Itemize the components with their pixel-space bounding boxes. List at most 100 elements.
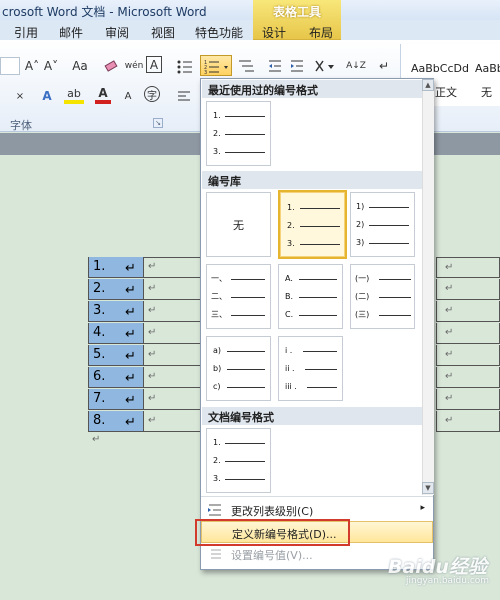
format-line [225, 152, 265, 153]
tab-features[interactable]: 特色功能 [195, 24, 243, 41]
decrease-indent-button[interactable] [266, 56, 284, 76]
table-cell-right[interactable]: ↵ [436, 367, 500, 388]
table-row[interactable]: 8. ↵ ↵ [84, 411, 204, 432]
numbering-value-icon [207, 547, 223, 561]
cell-end-mark: ↵ [148, 393, 157, 404]
svg-text:3: 3 [204, 70, 207, 74]
format-roman[interactable]: i . ii . iii . [278, 336, 343, 401]
format-label: C. [285, 310, 294, 319]
sort-button[interactable]: A↓Z [346, 56, 366, 76]
format-line [231, 279, 265, 280]
table-cell-right[interactable]: ↵ [436, 411, 500, 432]
table-cell-right[interactable]: ↵ [436, 345, 500, 366]
format-label: A. [285, 274, 293, 283]
scroll-up-arrow-icon[interactable]: ▲ [422, 79, 434, 91]
row-number: 3. [93, 303, 106, 318]
cell-end-mark: ↵ [148, 349, 157, 360]
recent-format-arabic[interactable]: 1. 2. 3. [206, 101, 271, 166]
number-cell[interactable]: 3. ↵ [88, 301, 144, 322]
table-cell-right[interactable]: ↵ [436, 279, 500, 300]
menu-scrollbar[interactable] [422, 79, 434, 495]
change-list-level-item[interactable]: 更改列表级别(C) ▸ [201, 499, 433, 521]
format-none[interactable]: 无 [206, 192, 271, 257]
number-cell[interactable]: 6. ↵ [88, 367, 144, 388]
number-cell[interactable]: 8. ↵ [88, 411, 144, 432]
table-row[interactable]: 1. ↵ ↵ [84, 257, 204, 278]
text-effect-button[interactable]: A [38, 86, 56, 106]
multilevel-list-button[interactable] [236, 56, 256, 76]
document-format-arabic[interactable]: 1. 2. 3. [206, 428, 271, 493]
highlight-button[interactable]: ab [64, 86, 84, 104]
table-cell-right[interactable]: ↵ [436, 257, 500, 278]
none-label: 无 [233, 219, 244, 232]
chinese-layout-button[interactable] [313, 56, 337, 76]
format-chinese[interactable]: 一、 二、 三、 [206, 264, 271, 329]
number-cell[interactable]: 7. ↵ [88, 389, 144, 410]
row-number: 2. [93, 281, 106, 296]
scroll-down-arrow-icon[interactable]: ▼ [422, 482, 434, 494]
style-normal-sample[interactable]: AaBbCcDd [411, 62, 469, 75]
format-label: (一) [355, 274, 370, 283]
number-cell[interactable]: 4. ↵ [88, 323, 144, 344]
tab-view[interactable]: 视图 [151, 24, 175, 41]
decrease-indent-icon [269, 60, 281, 72]
numbering-button[interactable]: 123 [200, 55, 232, 76]
increase-indent-icon [291, 60, 303, 72]
font-dialog-launcher-icon[interactable]: ↘ [153, 118, 163, 128]
table-row[interactable]: 3. ↵ ↵ [84, 301, 204, 322]
table-row[interactable]: 6. ↵ ↵ [84, 367, 204, 388]
increase-indent-button[interactable] [288, 56, 306, 76]
eraser-icon [104, 60, 118, 72]
format-arabic-selected[interactable]: 1. 2. 3. [278, 190, 347, 259]
number-cell[interactable]: 5. ↵ [88, 345, 144, 366]
table-cell[interactable]: ↵ [144, 323, 204, 344]
table-row[interactable]: 5. ↵ ↵ [84, 345, 204, 366]
number-cell[interactable]: 2. ↵ [88, 279, 144, 300]
tab-review[interactable]: 审阅 [105, 24, 129, 41]
show-marks-button[interactable]: ↵ [378, 56, 390, 76]
cell-end-mark: ↵ [445, 349, 454, 360]
table-cell-right[interactable]: ↵ [436, 301, 500, 322]
table-row[interactable]: 7. ↵ ↵ [84, 389, 204, 410]
format-line [225, 134, 265, 135]
table-cell[interactable]: ↵ [144, 257, 204, 278]
format-line [305, 369, 337, 370]
table-row[interactable]: 4. ↵ ↵ [84, 323, 204, 344]
table-cell[interactable]: ↵ [144, 279, 204, 300]
shrink-font-button[interactable]: A˅ [43, 56, 59, 76]
align-left-button[interactable] [176, 86, 192, 106]
subscript-icon[interactable]: × [14, 86, 26, 106]
format-line [227, 351, 265, 352]
char-shading-button[interactable]: A [120, 86, 136, 106]
font-color-button[interactable]: A [95, 86, 111, 104]
table-cell[interactable]: ↵ [144, 389, 204, 410]
format-line [299, 279, 337, 280]
table-cell[interactable]: ↵ [144, 301, 204, 322]
phonetic-guide-button[interactable]: wén [125, 56, 144, 76]
table-row[interactable]: 2. ↵ ↵ [84, 279, 204, 300]
format-chinese-paren[interactable]: (一) (二) (三) [350, 264, 415, 329]
tab-references[interactable]: 引用 [14, 24, 38, 41]
table-cell-right[interactable]: ↵ [436, 389, 500, 410]
grow-font-button[interactable]: A˄ [24, 56, 40, 76]
clear-format-button[interactable] [101, 56, 121, 76]
table-cell[interactable]: ↵ [144, 411, 204, 432]
tab-design[interactable]: 设计 [262, 24, 286, 41]
font-size-box[interactable] [0, 57, 20, 75]
char-border-button[interactable]: A [146, 56, 162, 73]
bullets-button[interactable] [176, 56, 194, 76]
format-label: a) [213, 346, 222, 355]
table-cell[interactable]: ↵ [144, 367, 204, 388]
change-case-button[interactable]: Aa [70, 56, 90, 76]
tab-mailings[interactable]: 邮件 [59, 24, 83, 41]
number-cell[interactable]: 1. ↵ [88, 257, 144, 278]
table-cell-right[interactable]: ↵ [436, 323, 500, 344]
tab-layout[interactable]: 布局 [309, 24, 333, 41]
format-paren[interactable]: 1) 2) 3) [350, 192, 415, 257]
format-upper-letter[interactable]: A. B. C. [278, 264, 343, 329]
table-cell[interactable]: ↵ [144, 345, 204, 366]
enclose-char-button[interactable]: 字 [144, 86, 160, 102]
highlight-annotation-box [195, 519, 350, 546]
format-lower-letter[interactable]: a) b) c) [206, 336, 271, 401]
style-nospacing-sample[interactable]: AaBb [475, 62, 500, 75]
